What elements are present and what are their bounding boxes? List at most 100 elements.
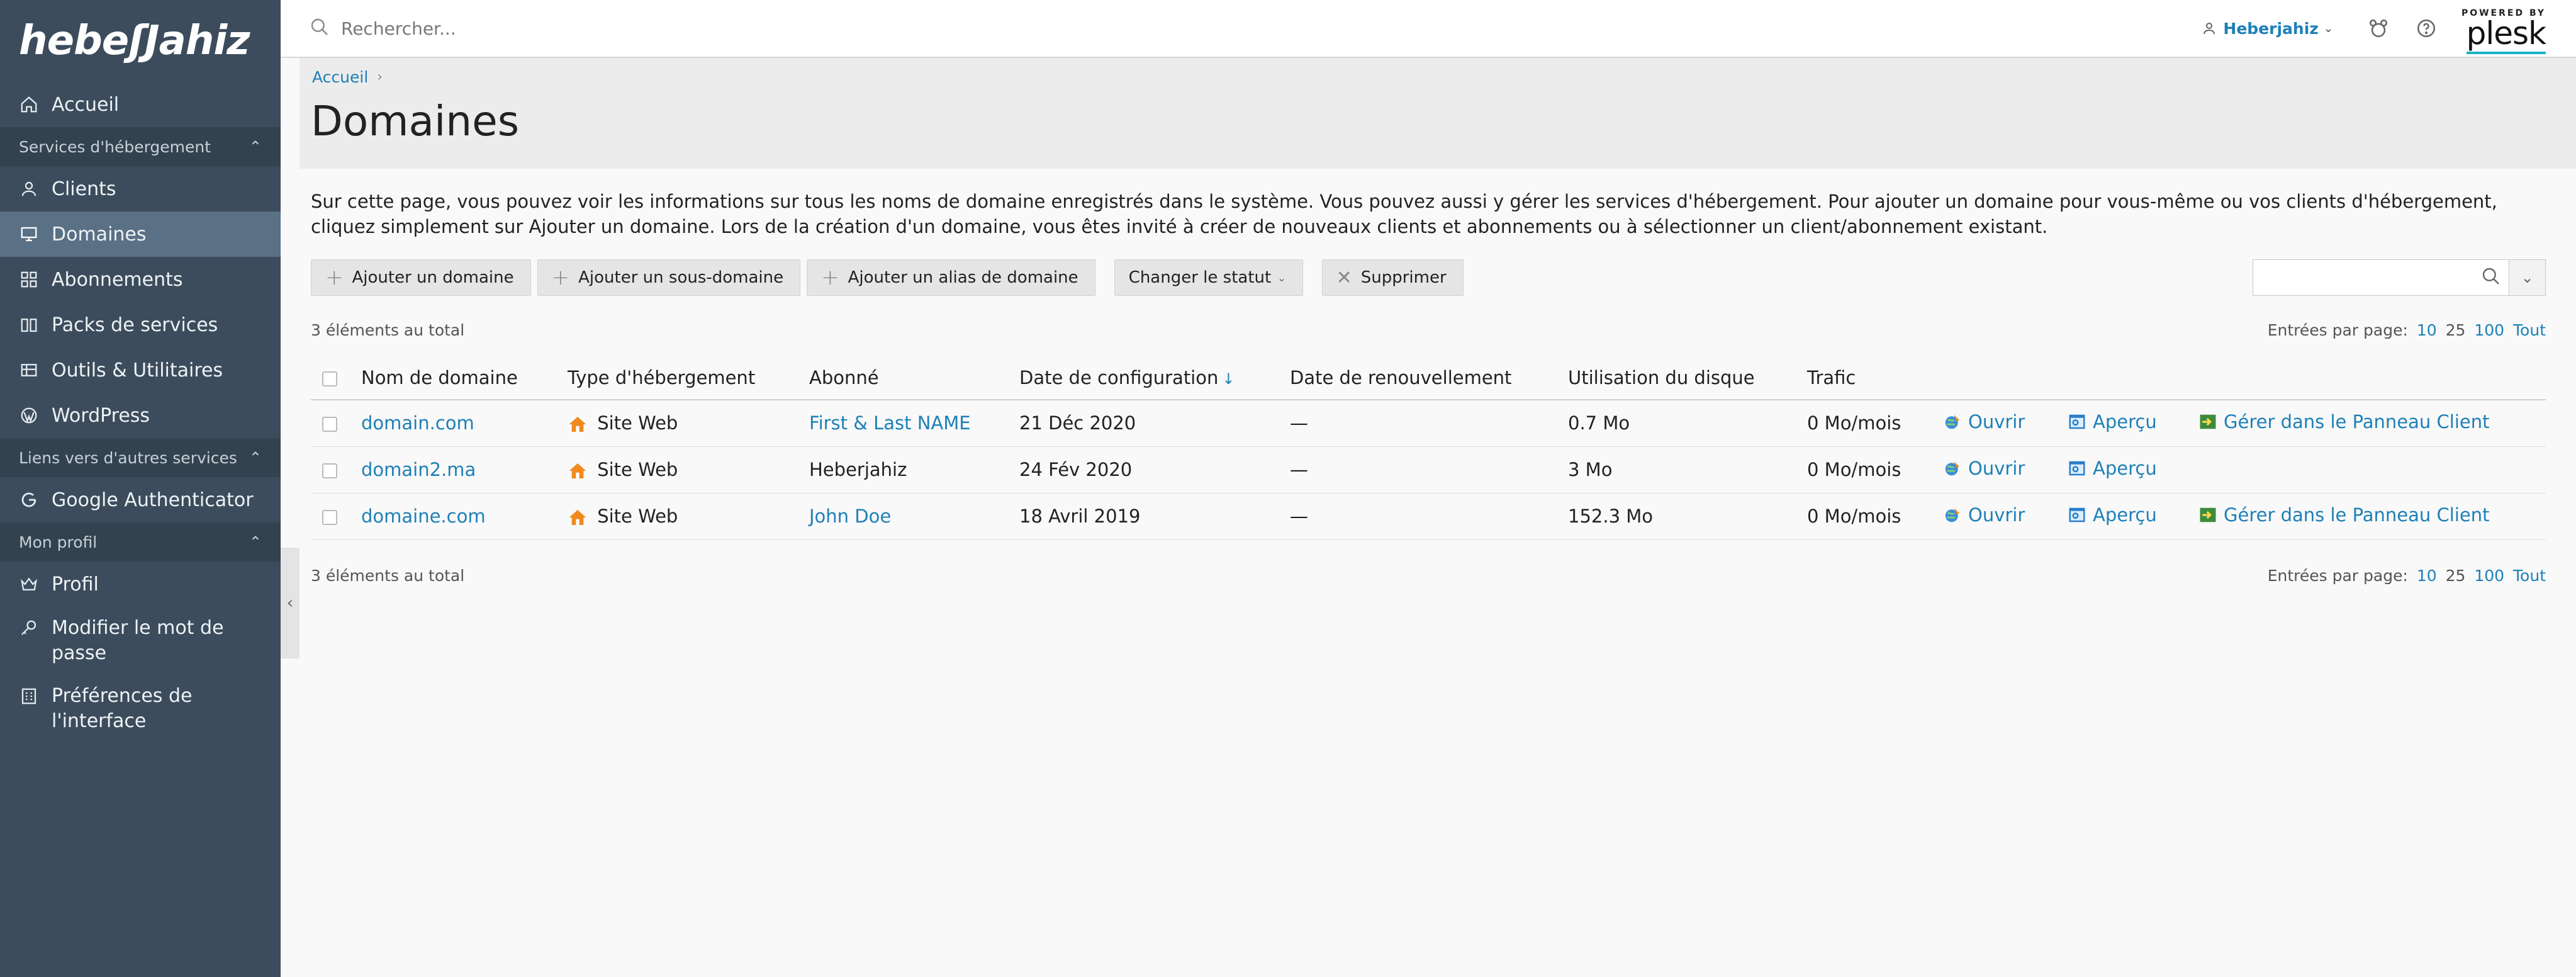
main-content: Sur cette page, vous pouvez voir les inf… <box>311 169 2546 585</box>
row-checkbox[interactable] <box>322 510 337 525</box>
row-checkbox[interactable] <box>322 463 337 478</box>
sort-down-icon: ↓ <box>1222 370 1235 388</box>
chevron-down-icon: ⌄ <box>2323 21 2333 35</box>
preview-link[interactable]: Aperçu <box>2068 504 2157 526</box>
sidebar-item-wordpress[interactable]: WordPress <box>0 393 281 438</box>
col-renewal[interactable]: Date de renouvellement <box>1290 356 1568 400</box>
logo-text: hebeʃJahiz <box>19 18 250 64</box>
sidebar-item-label: Outils & Utilitaires <box>52 359 223 381</box>
add-subdomain-button[interactable]: + Ajouter un sous-domaine <box>537 259 801 296</box>
sidebar-item-clients[interactable]: Clients <box>0 166 281 212</box>
button-label: Ajouter un domaine <box>352 268 514 287</box>
preview-link[interactable]: Aperçu <box>2068 458 2157 479</box>
preview-link[interactable]: Aperçu <box>2068 411 2157 432</box>
subscriber-link[interactable]: First & Last NAME <box>809 412 971 434</box>
chevron-down-icon: ⌄ <box>2521 269 2534 286</box>
sidebar-collapse-handle[interactable]: ‹ <box>281 548 300 658</box>
col-hosting[interactable]: Type d'hébergement <box>568 356 809 400</box>
domain-link[interactable]: domain2.ma <box>361 459 476 480</box>
breadcrumb-home[interactable]: Accueil <box>312 68 368 86</box>
open-link[interactable]: Ouvrir <box>1943 504 2025 526</box>
section-title: Liens vers d'autres services <box>19 448 237 467</box>
key-icon <box>19 618 39 638</box>
hosting-type: Site Web <box>568 400 809 447</box>
sidebar-item-profil[interactable]: Profil <box>0 562 281 607</box>
sidebar-item-label: Domaines <box>52 223 147 246</box>
col-domain[interactable]: Nom de domaine <box>361 356 568 400</box>
manage-link[interactable]: Gérer dans le Panneau Client <box>2198 411 2489 432</box>
row-checkbox[interactable] <box>322 417 337 432</box>
sidebar-item-google-authenticator[interactable]: Google Authenticator <box>0 477 281 522</box>
traffic: 0 Mo/mois <box>1807 400 1943 447</box>
per-page-25[interactable]: 25 <box>2446 321 2466 339</box>
renewal-date: — <box>1290 493 1568 540</box>
config-date: 24 Fév 2020 <box>1019 446 1290 494</box>
chevron-up-icon: ⌃ <box>249 449 262 466</box>
delete-button[interactable]: ✕ Supprimer <box>1321 259 1464 296</box>
config-date: 18 Avril 2019 <box>1019 493 1290 540</box>
help-icon[interactable] <box>2414 16 2439 41</box>
globe-icon <box>1943 412 1962 431</box>
manage-link[interactable]: Gérer dans le Panneau Client <box>2198 504 2489 526</box>
per-page-all[interactable]: Tout <box>2513 567 2546 585</box>
sidebar-item-packs[interactable]: Packs de services <box>0 302 281 347</box>
add-domain-button[interactable]: + Ajouter un domaine <box>311 259 531 296</box>
add-alias-button[interactable]: + Ajouter un alias de domaine <box>807 259 1095 296</box>
col-traffic[interactable]: Trafic <box>1807 356 1943 400</box>
list-search-input[interactable] <box>2253 259 2509 296</box>
page-description: Sur cette page, vous pouvez voir les inf… <box>311 191 2497 237</box>
select-all-checkbox[interactable] <box>322 371 337 387</box>
top-header: Heberjahiz ⌄ POWERED BY plesk <box>281 0 2576 58</box>
sidebar-item-domaines[interactable]: Domaines <box>0 212 281 257</box>
website-icon <box>568 507 588 528</box>
change-status-button[interactable]: Changer le statut ⌄ <box>1114 259 1303 296</box>
per-page-10[interactable]: 10 <box>2417 567 2437 585</box>
per-page-25[interactable]: 25 <box>2446 567 2466 585</box>
sidebar-section-hosting[interactable]: Services d'hébergement ⌃ <box>0 127 281 166</box>
sidebar-section-profile[interactable]: Mon profil ⌃ <box>0 522 281 562</box>
domains-table: Nom de domaine Type d'hébergement Abonné… <box>311 356 2546 540</box>
col-config-date[interactable]: Date de configuration ↓ <box>1019 356 1290 400</box>
hosting-type: Site Web <box>568 493 809 540</box>
sidebar-section-links[interactable]: Liens vers d'autres services ⌃ <box>0 438 281 477</box>
sidebar-item-password[interactable]: Modifier le mot de passe <box>0 607 281 675</box>
search-icon <box>310 17 330 40</box>
google-icon <box>19 490 39 510</box>
button-label: Ajouter un alias de domaine <box>848 268 1078 287</box>
user-menu[interactable]: Heberjahiz ⌄ <box>2202 20 2333 38</box>
sidebar-item-label: Clients <box>52 178 116 200</box>
per-page-all[interactable]: Tout <box>2513 321 2546 339</box>
subscriber-link[interactable]: John Doe <box>809 505 891 527</box>
sidebar-item-accueil[interactable]: Accueil <box>0 82 281 127</box>
bear-icon[interactable] <box>2366 16 2391 41</box>
per-page-100[interactable]: 100 <box>2474 567 2504 585</box>
domain-link[interactable]: domain.com <box>361 412 474 434</box>
open-link[interactable]: Ouvrir <box>1943 411 2025 432</box>
table-header: Nom de domaine Type d'hébergement Abonné… <box>311 356 2546 400</box>
open-link[interactable]: Ouvrir <box>1943 458 2025 479</box>
domain-link[interactable]: domaine.com <box>361 505 486 527</box>
search-input[interactable] <box>341 18 844 39</box>
breadcrumb: Accueil › <box>312 68 383 86</box>
sidebar-item-preferences[interactable]: Préférences de l'interface <box>0 675 281 743</box>
col-subscriber[interactable]: Abonné <box>809 356 1019 400</box>
chevron-right-icon: › <box>377 69 383 85</box>
sidebar-item-abonnements[interactable]: Abonnements <box>0 257 281 302</box>
per-page-10[interactable]: 10 <box>2417 321 2437 339</box>
home-icon <box>19 94 39 115</box>
brand-logo[interactable]: hebeʃJahiz <box>0 0 281 82</box>
hosting-type: Site Web <box>568 446 809 494</box>
website-icon <box>568 414 588 434</box>
preview-icon <box>2068 412 2086 431</box>
page-title: Domaines <box>311 97 520 145</box>
chevron-left-icon: ‹ <box>286 594 294 613</box>
list-meta-bottom: 3 éléments au total Entrées par page: 10… <box>311 567 2546 585</box>
search-options-toggle[interactable]: ⌄ <box>2509 259 2546 296</box>
per-page-100[interactable]: 100 <box>2474 321 2504 339</box>
sidebar-item-outils[interactable]: Outils & Utilitaires <box>0 347 281 393</box>
button-label: Supprimer <box>1360 268 1447 287</box>
manage-panel-icon <box>2198 505 2217 524</box>
col-disk[interactable]: Utilisation du disque <box>1568 356 1807 400</box>
delete-icon: ✕ <box>1336 266 1352 289</box>
global-search <box>281 17 2202 40</box>
